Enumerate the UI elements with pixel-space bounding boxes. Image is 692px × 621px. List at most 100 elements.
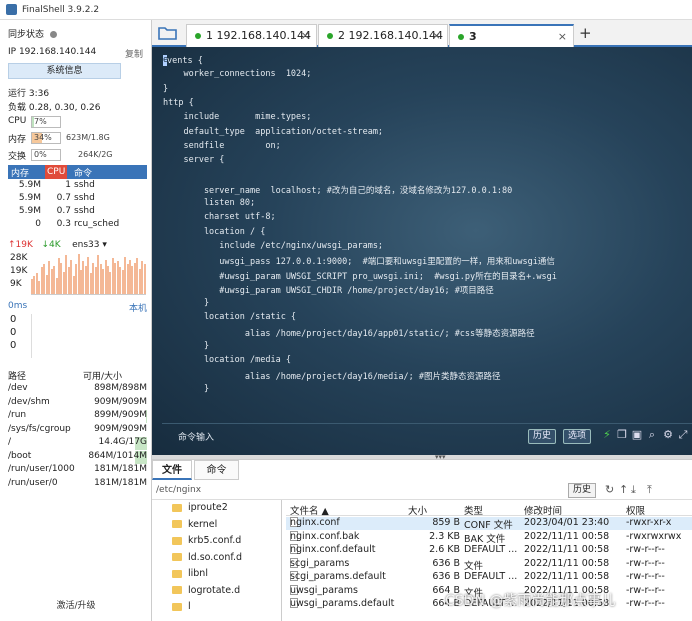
upload-icon[interactable]: ⤒: [647, 483, 652, 497]
process-table-header: 内存 CPU 命令: [8, 165, 147, 179]
filesystem-row[interactable]: /dev 898M/898M: [8, 383, 147, 396]
tree-folder-item[interactable]: l: [172, 601, 191, 612]
process-cmd: sshd: [74, 206, 95, 216]
file-list-header: 文件名 ▲ 大小 类型 修改时间 权限: [286, 502, 692, 517]
sync-label: 同步状态: [8, 30, 45, 40]
col-permissions[interactable]: 权限: [626, 503, 645, 517]
col-size[interactable]: 大小: [408, 503, 427, 517]
fs-path: /run/user/0: [8, 477, 58, 488]
tab-commands[interactable]: 命令: [194, 460, 239, 480]
file-row[interactable]: nginx.conf.default 2.6 KB DEFAULT ... 2022/…: [286, 544, 692, 557]
file-row[interactable]: nginx.conf.bak 2.3 KB BAK 文件 2022/11/11 00:…: [286, 530, 692, 545]
col-filename[interactable]: 文件名 ▲: [290, 503, 329, 517]
tree-folder-item[interactable]: ld.so.conf.d: [172, 552, 242, 563]
search-icon[interactable]: ⌕: [646, 428, 658, 442]
filesystem-row[interactable]: /boot 864M/1014M: [8, 450, 147, 464]
file-permissions: -rw-r--r--: [626, 557, 665, 569]
options-button[interactable]: 选项: [563, 429, 592, 444]
process-row[interactable]: 0 0.3 rcu_sched: [8, 219, 147, 232]
filesystem-row[interactable]: /run/user/0 181M/181M: [8, 478, 147, 491]
filesystem-row[interactable]: / 14.4G/17G: [8, 437, 147, 450]
fs-size: 909M/909M: [94, 423, 147, 434]
col-cmd[interactable]: 命令: [74, 166, 92, 179]
tree-folder-label: logrotate.d: [188, 584, 241, 596]
terminal[interactable]: events { worker_connections 1024;} http {…: [152, 47, 692, 455]
tree-folder-item[interactable]: kernel: [172, 519, 217, 530]
col-mem[interactable]: 内存: [11, 166, 29, 179]
swap-label: 交换: [8, 152, 27, 162]
tree-folder-label: iproute2: [188, 502, 228, 513]
command-input-bar[interactable]: 命令输入 历史 选项 ⚡ ❐ ▣ ⌕ ⚙ ⤢: [162, 423, 692, 447]
terminal-line: }: [163, 383, 210, 394]
history-button[interactable]: 历史: [528, 429, 557, 444]
latency-host[interactable]: 本机: [129, 301, 147, 314]
tree-folder-label: ld.so.conf.d: [188, 551, 243, 563]
close-icon[interactable]: ×: [558, 26, 567, 47]
lightning-icon[interactable]: ⚡: [601, 428, 613, 442]
tree-folder-item[interactable]: krb5.conf.d: [172, 535, 241, 546]
process-mem: 5.9M: [18, 193, 41, 203]
process-row[interactable]: 5.9M 1 sshd: [8, 180, 147, 193]
net-interface-select[interactable]: ens33 ▾: [72, 240, 107, 250]
process-row[interactable]: 5.9M 0.7 sshd: [8, 193, 147, 206]
filesystem-row[interactable]: /dev/shm 909M/909M: [8, 397, 147, 410]
fs-path: /sys/fs/cgroup: [8, 423, 71, 434]
activate-upgrade-link[interactable]: 激活/升级: [0, 598, 151, 611]
file-row[interactable]: scgi_params.default 636 B DEFAULT ... 2022/…: [286, 571, 692, 584]
folder-icon: [172, 553, 182, 561]
folder-icon: [172, 569, 182, 578]
terminal-line: location / {: [163, 226, 266, 237]
process-mem: 0: [35, 219, 41, 229]
close-icon[interactable]: ×: [301, 25, 310, 46]
add-tab-button[interactable]: +: [579, 24, 592, 42]
tree-folder-item[interactable]: iproute2: [172, 502, 228, 513]
file-size: 2.6 KB: [429, 544, 460, 555]
col-cpu[interactable]: CPU: [45, 165, 68, 179]
copy-icon[interactable]: ❐: [616, 428, 628, 442]
folder-icon[interactable]: [158, 25, 178, 41]
tab-session-3[interactable]: 3 192.168.140.144 ×: [449, 24, 574, 64]
tab-session-1[interactable]: 1 192.168.140.144 ×: [186, 24, 317, 47]
process-cmd: rcu_sched: [74, 219, 120, 229]
latency-value: 0: [10, 327, 17, 338]
swap-percent: 0%: [34, 150, 47, 159]
clipboard-icon[interactable]: ▣: [631, 428, 643, 442]
file-mtime: 2023/04/01 23:40: [524, 517, 610, 528]
path-history-button[interactable]: 历史: [568, 483, 597, 498]
file-type: BAK 文件: [464, 533, 506, 545]
terminal-line: worker_connections 1024;: [163, 69, 312, 80]
gear-icon[interactable]: ⚙: [662, 428, 674, 442]
tree-folder-item[interactable]: logrotate.d: [172, 585, 240, 596]
file-row[interactable]: nginx.conf 859 B CONF 文件 2023/04/01 23:40 -r…: [286, 517, 692, 531]
col-type[interactable]: 类型: [464, 503, 483, 517]
fs-path: /dev/shm: [8, 396, 50, 407]
path-input[interactable]: /etc/nginx: [156, 485, 201, 495]
system-info-button[interactable]: 系统信息: [8, 63, 121, 79]
net-tick: 9K: [10, 279, 22, 289]
refresh-icon[interactable]: ↻: [605, 483, 614, 496]
up-dir-icon[interactable]: ↑: [619, 483, 628, 496]
process-row[interactable]: 5.9M 0.7 sshd: [8, 206, 147, 219]
fs-size: 14.4G/17G: [98, 437, 147, 447]
download-icon[interactable]: ⤓: [631, 483, 636, 497]
copy-ip-button[interactable]: 复制: [125, 47, 143, 60]
file-type: DEFAULT ...: [464, 544, 518, 555]
expand-icon[interactable]: ⤢: [677, 428, 689, 442]
file-row[interactable]: scgi_params 636 B 文件 2022/11/11 00:58 -rw-r-…: [286, 557, 692, 572]
filesystem-row[interactable]: /run 899M/909M: [8, 410, 147, 423]
terminal-line: location /static {: [163, 312, 297, 323]
filesystem-row[interactable]: /sys/fs/cgroup 909M/909M: [8, 424, 147, 437]
terminal-line: include mime.types;: [163, 112, 312, 123]
command-input-label[interactable]: 命令输入: [178, 430, 214, 443]
terminal-line: server_name localhost; #改为自己的域名，没域名修改为12…: [163, 185, 513, 196]
filesystem-row[interactable]: /run/user/1000 181M/181M: [8, 464, 147, 477]
tab-files[interactable]: 文件: [152, 460, 192, 480]
tree-folder-item[interactable]: libnl: [172, 568, 208, 579]
tab-session-2[interactable]: 2 192.168.140.144 ×: [318, 24, 448, 47]
col-mtime[interactable]: 修改时间: [524, 503, 562, 517]
file-permissions: -rw-r--r--: [626, 598, 665, 609]
terminal-line: location /media {: [163, 355, 291, 366]
tree-folder-label: kernel: [188, 518, 218, 530]
process-cmd: sshd: [74, 180, 95, 190]
close-icon[interactable]: ×: [432, 25, 441, 46]
